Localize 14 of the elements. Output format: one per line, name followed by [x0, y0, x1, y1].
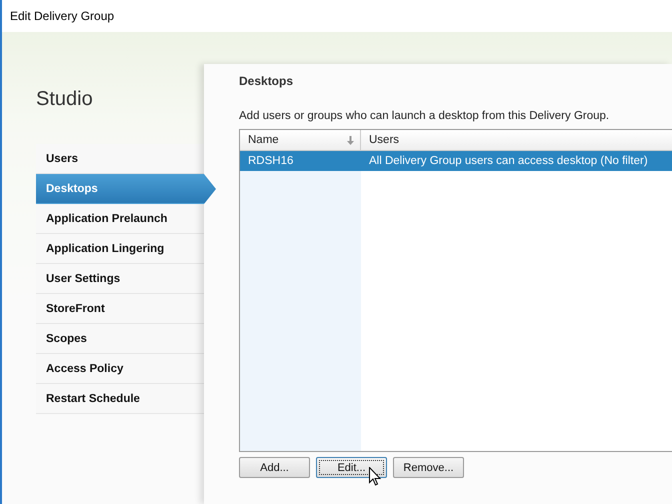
column-header[interactable]: Name [240, 130, 361, 150]
window-title: Edit Delivery Group [10, 9, 114, 23]
mouse-pointer-icon [369, 467, 381, 486]
description-text: Add users or groups who can launch a desktop from this Delivery Group. [239, 110, 610, 122]
sort-arrow-icon [347, 136, 354, 144]
studio-title: Studio [36, 88, 94, 112]
action-button[interactable]: Add... [239, 457, 310, 478]
sidebar-item[interactable]: Users [36, 144, 204, 174]
table-row[interactable]: RDSH16 All Delivery Group users can access desktop (No filter) [240, 151, 672, 171]
sidebar-item[interactable]: Desktops [36, 174, 216, 204]
column-header[interactable]: Users [361, 130, 672, 150]
section-heading: Desktops [239, 74, 294, 90]
action-button[interactable]: Remove... [393, 457, 464, 478]
action-button[interactable]: Edit... [316, 457, 387, 478]
